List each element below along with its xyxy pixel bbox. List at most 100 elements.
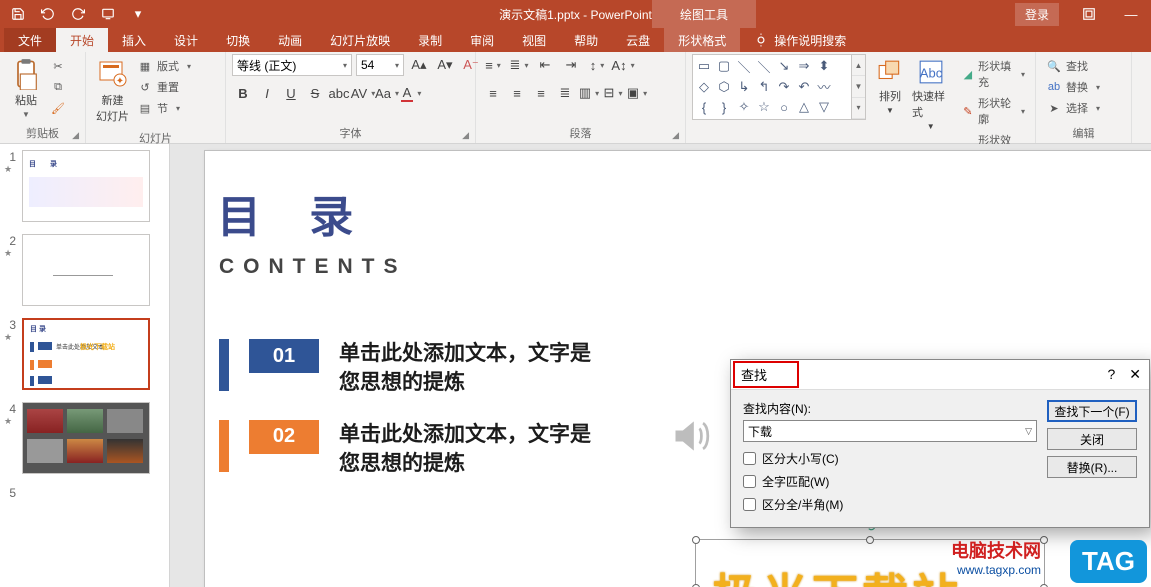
item-number: 01 bbox=[249, 339, 319, 373]
section-button[interactable]: ▤节▾ bbox=[133, 98, 195, 118]
arrange-button[interactable]: 排列▼ bbox=[872, 54, 908, 119]
tab-view[interactable]: 视图 bbox=[508, 28, 560, 52]
tab-cloud[interactable]: 云盘 bbox=[612, 28, 664, 52]
dialog-title: 查找 bbox=[733, 361, 799, 388]
cut-button[interactable]: ✂ bbox=[46, 56, 70, 76]
find-dialog: 查找 ? ✕ 查找内容(N): 下载▽ 区分大小写(C) 全字匹配(W) 区分全… bbox=[730, 359, 1150, 528]
replace-icon: ab bbox=[1046, 79, 1062, 95]
change-case-button[interactable]: Aa▾ bbox=[376, 82, 398, 104]
qat-customize-icon[interactable]: ▾ bbox=[126, 3, 150, 25]
close-icon[interactable]: ✕ bbox=[1129, 366, 1141, 383]
slide-thumb[interactable]: 3★ 目 录 单击此处添加文本 极光下载站 bbox=[4, 318, 165, 390]
slide-canvas[interactable]: 目 录 CONTENTS 01 单击此处添加文本，文字是 您思想的提炼 02 单… bbox=[170, 144, 1151, 587]
font-size-select[interactable]: 54▾ bbox=[356, 54, 404, 76]
find-content-label: 查找内容(N): bbox=[743, 400, 1037, 417]
bold-button[interactable]: B bbox=[232, 82, 254, 104]
bucket-icon: ◢ bbox=[961, 66, 974, 82]
tag-badge: TAG bbox=[1070, 540, 1147, 583]
slide-thumb[interactable]: 4★ bbox=[4, 402, 165, 474]
tab-help[interactable]: 帮助 bbox=[560, 28, 612, 52]
tab-shape-format[interactable]: 形状格式 bbox=[664, 28, 740, 52]
replace-button[interactable]: 替换(R)... bbox=[1047, 456, 1137, 478]
shape-gallery[interactable]: ▭▢＼＼↘⇒⬍ ◇⬡↳↰↷↶〰 {}✧☆○△▽ bbox=[692, 54, 852, 120]
chevron-down-icon[interactable]: ▽ bbox=[1025, 426, 1032, 437]
new-slide-button[interactable]: ✦ 新建 幻灯片 bbox=[92, 54, 133, 128]
arrange-icon bbox=[876, 58, 904, 86]
increase-font-icon[interactable]: A▴ bbox=[408, 54, 430, 76]
replace-button[interactable]: ab替换▾ bbox=[1042, 77, 1104, 97]
match-width-checkbox[interactable]: 区分全/半角(M) bbox=[743, 496, 1037, 513]
bullets-button[interactable]: ≡▾ bbox=[482, 54, 504, 76]
tab-file[interactable]: 文件 bbox=[4, 28, 56, 52]
find-button[interactable]: 🔍查找 bbox=[1042, 56, 1104, 76]
font-color-button[interactable]: A▾ bbox=[400, 82, 422, 104]
shadow-button[interactable]: abc bbox=[328, 82, 350, 104]
tab-slideshow[interactable]: 幻灯片放映 bbox=[316, 28, 404, 52]
decrease-indent-icon[interactable]: ⇤ bbox=[534, 54, 556, 76]
start-from-beginning-icon[interactable] bbox=[96, 3, 120, 25]
slide-subtitle: CONTENTS bbox=[219, 255, 1151, 279]
align-text-button[interactable]: ⊟▾ bbox=[602, 82, 624, 104]
align-left-icon[interactable]: ≡ bbox=[482, 82, 504, 104]
title-bar: ▾ 演示文稿1.pptx - PowerPoint 绘图工具 登录 — bbox=[0, 0, 1151, 28]
char-spacing-button[interactable]: AV▾ bbox=[352, 82, 374, 104]
tab-transitions[interactable]: 切换 bbox=[212, 28, 264, 52]
tab-animations[interactable]: 动画 bbox=[264, 28, 316, 52]
tell-me-search[interactable]: 操作说明搜索 bbox=[740, 28, 846, 52]
tab-record[interactable]: 录制 bbox=[404, 28, 456, 52]
section-icon: ▤ bbox=[137, 100, 153, 116]
justify-icon[interactable]: ≣ bbox=[554, 82, 576, 104]
minimize-icon[interactable]: — bbox=[1111, 3, 1151, 25]
slide-thumb[interactable]: 1★ 目 录 bbox=[4, 150, 165, 222]
font-name-select[interactable]: 等线 (正文)▾ bbox=[232, 54, 352, 76]
undo-icon[interactable] bbox=[36, 3, 60, 25]
tab-review[interactable]: 审阅 bbox=[456, 28, 508, 52]
numbering-button[interactable]: ≣▾ bbox=[508, 54, 530, 76]
strikethrough-button[interactable]: S bbox=[304, 82, 326, 104]
slide-thumb[interactable]: 2★ bbox=[4, 234, 165, 306]
tab-design[interactable]: 设计 bbox=[160, 28, 212, 52]
gallery-scroll[interactable]: ▲▼▾ bbox=[852, 54, 866, 120]
align-center-icon[interactable]: ≡ bbox=[506, 82, 528, 104]
columns-button[interactable]: ▥▾ bbox=[578, 82, 600, 104]
slide-thumb[interactable]: 5 bbox=[4, 486, 165, 500]
text-direction-button[interactable]: A↕▾ bbox=[612, 54, 634, 76]
format-painter-button[interactable]: 🖌 bbox=[46, 98, 70, 118]
whole-word-checkbox[interactable]: 全字匹配(W) bbox=[743, 473, 1037, 490]
shape-fill-button[interactable]: ◢形状填充▾ bbox=[957, 56, 1029, 92]
tab-insert[interactable]: 插入 bbox=[108, 28, 160, 52]
line-spacing-button[interactable]: ↕▾ bbox=[586, 54, 608, 76]
dialog-launcher-icon[interactable]: ◢ bbox=[672, 130, 679, 141]
ribbon: 粘贴 ▼ ✂ ⧉ 🖌 剪贴板◢ ✦ 新建 幻灯片 ▦版式▾ ↺重置 ▤节▾ 幻灯… bbox=[0, 52, 1151, 144]
ribbon-display-icon[interactable] bbox=[1069, 3, 1109, 25]
layout-button[interactable]: ▦版式▾ bbox=[133, 56, 195, 76]
paste-button[interactable]: 粘贴 ▼ bbox=[6, 54, 46, 123]
item-number: 02 bbox=[249, 420, 319, 454]
italic-button[interactable]: I bbox=[256, 82, 278, 104]
tell-me-label: 操作说明搜索 bbox=[774, 32, 846, 49]
decrease-font-icon[interactable]: A▾ bbox=[434, 54, 456, 76]
audio-icon[interactable] bbox=[670, 414, 714, 458]
redo-icon[interactable] bbox=[66, 3, 90, 25]
reset-button[interactable]: ↺重置 bbox=[133, 77, 195, 97]
slide-thumbnail-panel[interactable]: 1★ 目 录 2★ 3★ 目 录 单击此处添加文本 极光下载站 4★ bbox=[0, 144, 170, 587]
slide-title: 目 录 bbox=[217, 181, 1151, 245]
quick-styles-button[interactable]: Abc 快速样式▼ bbox=[908, 54, 953, 135]
match-case-checkbox[interactable]: 区分大小写(C) bbox=[743, 450, 1037, 467]
tab-home[interactable]: 开始 bbox=[56, 28, 108, 52]
find-content-input[interactable]: 下载▽ bbox=[743, 420, 1037, 442]
select-button[interactable]: ➤选择▾ bbox=[1042, 98, 1104, 118]
save-icon[interactable] bbox=[6, 3, 30, 25]
close-button[interactable]: 关闭 bbox=[1047, 428, 1137, 450]
underline-button[interactable]: U bbox=[280, 82, 302, 104]
increase-indent-icon[interactable]: ⇥ bbox=[560, 54, 582, 76]
copy-button[interactable]: ⧉ bbox=[46, 77, 70, 97]
dialog-launcher-icon[interactable]: ◢ bbox=[462, 130, 469, 141]
align-right-icon[interactable]: ≡ bbox=[530, 82, 552, 104]
smartart-button[interactable]: ▣▾ bbox=[626, 82, 648, 104]
login-button[interactable]: 登录 bbox=[1015, 3, 1059, 26]
find-next-button[interactable]: 查找下一个(F) bbox=[1047, 400, 1137, 422]
help-icon[interactable]: ? bbox=[1107, 366, 1115, 383]
shape-outline-button[interactable]: ✎形状轮廓▾ bbox=[957, 93, 1029, 129]
dialog-launcher-icon[interactable]: ◢ bbox=[72, 130, 79, 141]
